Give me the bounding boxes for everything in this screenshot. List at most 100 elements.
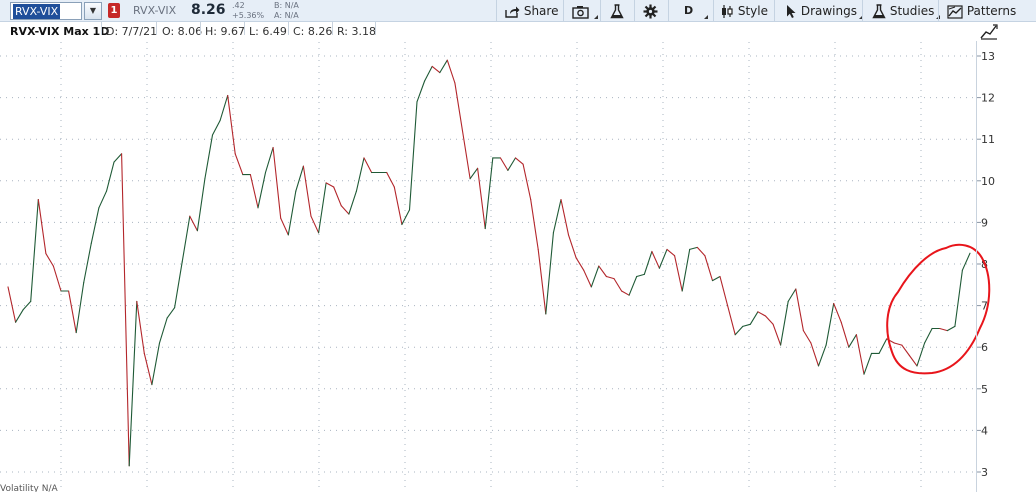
price-line-segment	[643, 250, 653, 275]
price-line-segment	[598, 265, 607, 278]
grid-layer	[0, 42, 977, 490]
price-line-segment	[393, 186, 403, 226]
price-line-segment	[45, 253, 54, 267]
price-line-segment	[552, 198, 562, 234]
price-line-segment	[211, 119, 221, 136]
price-line-segment	[280, 217, 289, 236]
price-line-segment	[143, 352, 153, 386]
price-line-segment	[136, 300, 145, 354]
price-line-segment	[424, 65, 433, 82]
price-line-segment	[719, 275, 729, 307]
price-line-segment	[651, 250, 660, 269]
price-line-segment	[704, 255, 714, 282]
price-line-segment	[499, 157, 509, 171]
price-line-segment	[711, 275, 721, 282]
price-line-segment	[689, 246, 698, 250]
price-line-segment	[863, 352, 873, 375]
price-line-segment	[567, 234, 577, 259]
price-line-segment	[613, 278, 623, 292]
chart-app: RVX-VIX ▼ 1 RVX-VIX 8.26 .42 +5.36% B: N…	[0, 0, 1036, 492]
price-line-segment	[75, 282, 85, 334]
price-line-segment	[764, 315, 774, 325]
price-line-segment	[848, 334, 857, 348]
price-line-segment	[264, 146, 274, 174]
price-line-segment	[674, 255, 683, 292]
price-line-segment	[484, 157, 494, 230]
price-line-segment	[628, 275, 638, 296]
y-tick-label: 11	[981, 133, 995, 146]
price-line-segment	[954, 269, 963, 327]
price-line-segment	[817, 344, 827, 367]
price-line-segment	[408, 101, 418, 211]
price-line-segment	[189, 215, 198, 232]
price-line-segment	[537, 248, 547, 315]
price-line-segment	[727, 305, 736, 336]
price-line-segment	[696, 246, 706, 257]
price-line-segment	[416, 80, 426, 103]
price-line-segment	[363, 157, 373, 174]
price-line-segment	[158, 317, 168, 344]
y-tick-label: 5	[981, 383, 988, 396]
y-tick-label: 4	[981, 424, 988, 437]
price-line-segment	[924, 327, 933, 344]
price-line-segment	[590, 265, 600, 288]
price-line-segment	[583, 269, 592, 288]
price-line-segment	[961, 252, 971, 271]
price-line-segment	[128, 300, 138, 467]
price-line-segment	[113, 153, 123, 163]
y-tick-label: 10	[981, 175, 995, 188]
price-line-segment	[446, 59, 456, 84]
price-line-segment	[802, 330, 812, 344]
price-line-segment	[310, 215, 320, 234]
price-line-segment	[507, 157, 517, 171]
price-line-segment	[878, 338, 888, 354]
price-line-segment	[560, 198, 570, 236]
volatility-tab[interactable]: Volatility N/A	[0, 484, 58, 492]
price-line-segment	[90, 207, 100, 244]
y-tick-label: 9	[981, 216, 988, 229]
price-line-segment	[333, 186, 342, 207]
price-line-segment	[621, 290, 630, 296]
price-line-segment	[340, 205, 350, 215]
price-line-segment	[787, 288, 797, 302]
price-line-segment	[605, 275, 615, 280]
price-line-segment	[530, 198, 539, 250]
price-line-segment	[469, 167, 479, 180]
price-line-segment	[840, 321, 850, 348]
price-line-segment	[15, 309, 24, 323]
price-line-segment	[749, 311, 759, 325]
price-line-segment	[855, 334, 865, 375]
price-line-segment	[757, 311, 767, 317]
price-line-segment	[325, 182, 335, 188]
price-line-segment	[196, 178, 206, 232]
price-axis-border	[976, 41, 977, 492]
price-line-segment	[249, 174, 259, 209]
price-line-segment	[257, 171, 267, 209]
price-line-segment	[302, 165, 312, 217]
price-line-segment	[121, 153, 130, 467]
price-line-segment	[734, 325, 744, 336]
price-line-segment	[939, 327, 948, 332]
price-line-segment	[348, 190, 357, 215]
price-line-segment	[666, 248, 676, 257]
price-line-segment	[295, 165, 304, 192]
price-line-segment	[30, 198, 39, 302]
price-line-segment	[461, 130, 471, 180]
price-line-segment	[174, 261, 183, 309]
price-line-segment	[318, 182, 327, 234]
price-line-segment	[151, 342, 161, 386]
price-line-segment	[780, 300, 789, 346]
price-line-segment	[454, 82, 464, 132]
y-tick-label: 3	[981, 466, 988, 479]
price-line-segment	[386, 171, 395, 188]
price-line-segment	[166, 307, 176, 319]
price-line-segment	[439, 59, 448, 74]
price-line-segment	[901, 344, 910, 357]
price-chart[interactable]: 345678910111213	[0, 0, 1036, 492]
price-line-segment	[522, 163, 532, 201]
price-line-segment	[181, 215, 191, 263]
price-line-segment	[795, 288, 804, 332]
price-line-segment	[287, 190, 297, 236]
price-line-segment	[772, 323, 782, 346]
price-line-segment	[204, 134, 214, 180]
